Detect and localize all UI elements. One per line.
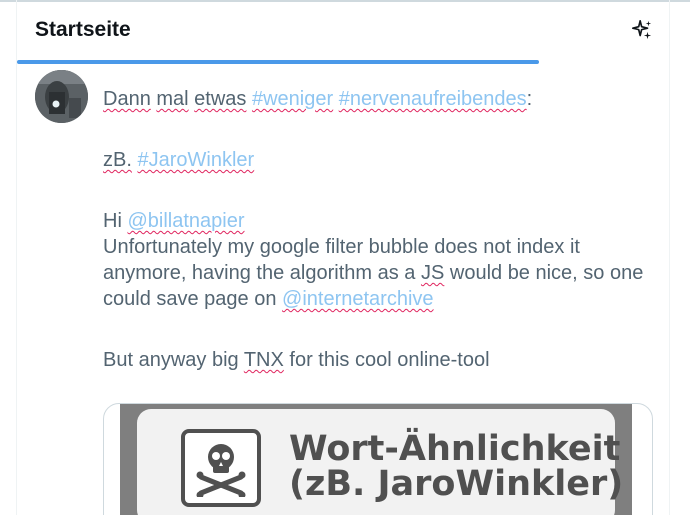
top-tweets-button[interactable] [629, 16, 655, 44]
avatar[interactable] [35, 70, 88, 123]
hashtag-link[interactable]: #JaroWinkler [137, 149, 254, 171]
tweet-text-segment: But anyway big [103, 349, 239, 371]
hashtag-link[interactable]: #weniger [252, 88, 333, 110]
skull-box [181, 429, 261, 507]
sparkle-icon [632, 20, 652, 40]
user-avatar-icon [35, 70, 88, 123]
timeline-page: Startseite Dann mal etwas #weniger #nerv… [0, 0, 690, 515]
tweet-line-1: Dann mal etwas #weniger #nervenaufreiben… [103, 86, 658, 112]
tweet-punct: : [526, 88, 533, 110]
tweet-word: mal [156, 88, 189, 110]
media-panel: Wort-Ähnlichkeit (zB. JaroWinkler) [137, 409, 623, 515]
tweet-word: JS [420, 262, 445, 284]
page-title: Startseite [35, 18, 131, 41]
timeline-column: Startseite Dann mal etwas #weniger #nerv… [16, 0, 670, 515]
tweet-media[interactable]: Wort-Ähnlichkeit (zB. JaroWinkler) [103, 403, 653, 515]
tweet-word: TNX [243, 349, 284, 371]
timeline-header: Startseite [17, 0, 669, 64]
hashtag-link[interactable]: #nervenaufreibendes [339, 88, 527, 110]
tweet-word: zB. [103, 149, 132, 171]
tweet-line-3: Hi @billatnapier [103, 208, 658, 234]
tweet[interactable]: Dann mal etwas #weniger #nervenaufreiben… [17, 64, 669, 515]
mention-link[interactable]: @billatnapier [127, 210, 244, 232]
tweet-paragraph-3: Unfortunately my google filter bubble do… [103, 234, 658, 312]
media-subtitle: (zB. JaroWinkler) [289, 464, 624, 504]
tweet-line-2: zB. #JaroWinkler [103, 147, 658, 173]
tweet-word: Hi [103, 210, 122, 232]
tweet-text-segment: for this cool online-tool [289, 349, 490, 371]
tweet-word: Dann [103, 88, 151, 110]
tweet-word: etwas [194, 88, 247, 110]
mention-link[interactable]: @internetarchive [282, 288, 433, 310]
tweet-paragraph-4: But anyway big TNX for this cool online-… [103, 347, 658, 373]
media-title: Wort-Ähnlichkeit [289, 429, 621, 469]
skull-crossbones-icon [196, 444, 246, 497]
tweet-text: Dann mal etwas #weniger #nervenaufreiben… [103, 86, 658, 373]
